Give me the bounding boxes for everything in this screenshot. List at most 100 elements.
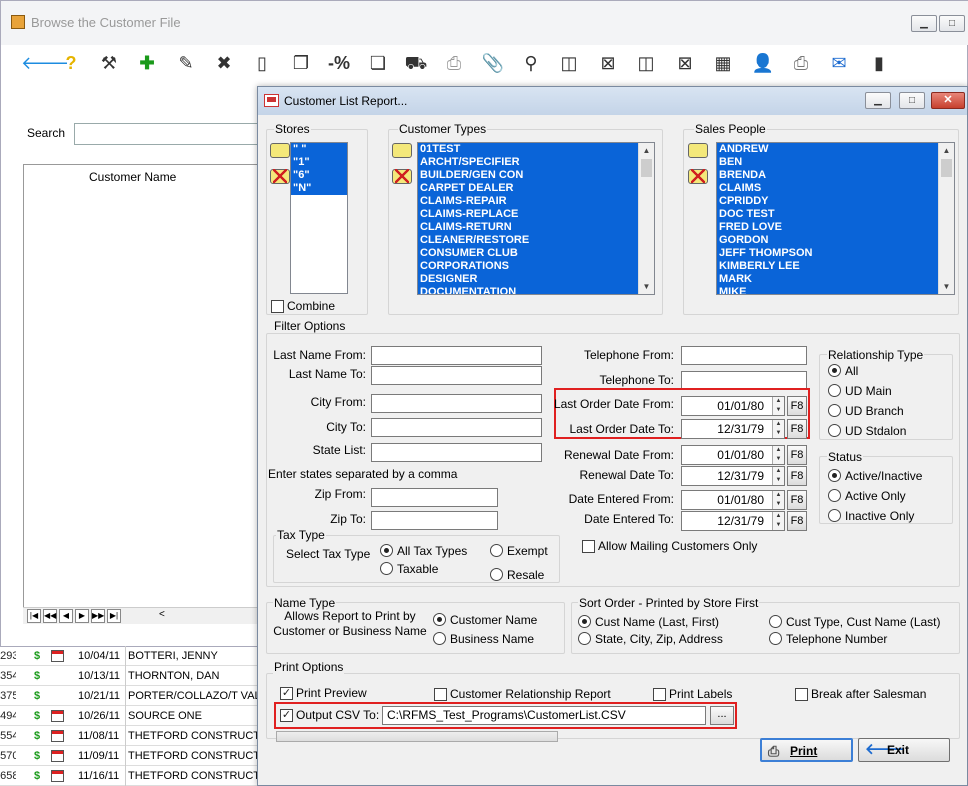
edit-record-icon[interactable]: ✎: [174, 51, 198, 75]
select-all-stores-icon[interactable]: [270, 143, 290, 158]
minimize-button[interactable]: ▁: [911, 15, 937, 32]
select-all-salespeople-icon[interactable]: [688, 143, 708, 158]
f8-button[interactable]: F8: [787, 511, 807, 531]
sort-cust-type-radio[interactable]: [769, 615, 782, 628]
last-name-to-input[interactable]: [371, 366, 542, 385]
table-row[interactable]: 4570 $11/09/11 THETFORD CONSTRUCTIO: [0, 746, 272, 766]
tools-icon[interactable]: ⚒: [97, 51, 121, 75]
clear-salespeople-icon[interactable]: [688, 169, 708, 184]
scroll-down-icon[interactable]: ▼: [939, 279, 954, 294]
stores-listbox[interactable]: " " "1" "6" "N": [290, 142, 348, 294]
list-item[interactable]: CLAIMS-REPAIR: [418, 195, 638, 208]
table-row[interactable]: 4354 $10/13/11 THORNTON, DAN: [0, 666, 260, 686]
grid-icon[interactable]: ▦: [711, 51, 735, 75]
print-preview-checkbox[interactable]: ✓: [280, 687, 293, 700]
document-icon[interactable]: ▯: [250, 51, 274, 75]
list-item[interactable]: CLAIMS: [717, 182, 938, 195]
email-icon[interactable]: ✉: [827, 51, 851, 75]
scroll-up-icon[interactable]: ▲: [939, 143, 954, 158]
windows-icon[interactable]: ❏: [366, 51, 390, 75]
renewal-from-input[interactable]: 01/01/80 ▲ ▼: [681, 445, 785, 465]
taxable-radio[interactable]: [380, 562, 393, 575]
list-item[interactable]: BEN: [717, 156, 938, 169]
sort-cust-name-radio[interactable]: [578, 615, 591, 628]
f8-button[interactable]: F8: [787, 490, 807, 510]
allow-mailing-checkbox[interactable]: [582, 540, 595, 553]
city-to-input[interactable]: [371, 418, 542, 437]
list-item[interactable]: BRENDA: [717, 169, 938, 182]
csv-path-input[interactable]: C:\RFMS_Test_Programs\CustomerList.CSV: [382, 706, 706, 725]
customer-name-header[interactable]: Customer Name: [89, 170, 176, 184]
dialog-close-button[interactable]: ✕: [931, 92, 965, 109]
business-name-radio[interactable]: [433, 632, 446, 645]
label-delete-icon[interactable]: ⊠: [673, 51, 697, 75]
customer-types-scrollbar[interactable]: ▲ ▼: [638, 143, 654, 294]
exit-button[interactable]: 🡐 Exit: [858, 738, 950, 762]
printer-icon[interactable]: ⎙: [789, 51, 813, 75]
customer-list[interactable]: Customer Name: [23, 164, 263, 624]
next-record-button[interactable]: ▶: [75, 609, 89, 623]
list-item[interactable]: ARCHT/SPECIFIER: [418, 156, 638, 169]
list-item[interactable]: JEFF THOMPSON: [717, 247, 938, 260]
date-spinner[interactable]: ▲ ▼: [772, 467, 784, 485]
list-item[interactable]: " ": [291, 143, 347, 156]
list-item[interactable]: MARK: [717, 273, 938, 286]
relationship-radio-3[interactable]: [828, 424, 841, 437]
label-icon[interactable]: ◫: [634, 51, 658, 75]
search-input[interactable]: [74, 123, 264, 145]
paperclip-icon[interactable]: 📎: [481, 51, 505, 75]
percent-icon[interactable]: -%: [327, 51, 351, 75]
list-item[interactable]: CLAIMS-RETURN: [418, 221, 638, 234]
output-csv-checkbox[interactable]: ✓: [280, 709, 293, 722]
entered-from-input[interactable]: 01/01/80 ▲ ▼: [681, 490, 785, 510]
printer-grey-icon[interactable]: ⎙: [442, 51, 466, 75]
scroll-left-icon[interactable]: <: [159, 609, 165, 620]
dialog-maximize-button[interactable]: □: [899, 92, 925, 109]
date-spinner[interactable]: ▲ ▼: [772, 491, 784, 509]
notebook-icon[interactable]: ▮: [867, 51, 891, 75]
list-item[interactable]: "1": [291, 156, 347, 169]
date-spinner[interactable]: ▲ ▼: [772, 446, 784, 464]
scroll-thumb[interactable]: [641, 159, 652, 177]
telephone-from-input[interactable]: [681, 346, 807, 365]
list-item[interactable]: ANDREW: [717, 143, 938, 156]
date-spinner[interactable]: ▲ ▼: [772, 512, 784, 530]
combine-checkbox[interactable]: [271, 300, 284, 313]
last-name-from-input[interactable]: [371, 346, 542, 365]
list-item[interactable]: "6": [291, 169, 347, 182]
prev-record-button[interactable]: ◀: [59, 609, 73, 623]
status-radio-2[interactable]: [828, 509, 841, 522]
relationship-report-checkbox[interactable]: [434, 688, 447, 701]
list-item[interactable]: BUILDER/GEN CON: [418, 169, 638, 182]
date-spinner[interactable]: ▲ ▼: [772, 397, 784, 415]
break-salesman-checkbox[interactable]: [795, 688, 808, 701]
renewal-to-input[interactable]: 12/31/79 ▲ ▼: [681, 466, 785, 486]
table-row[interactable]: 4494 $10/26/11 SOURCE ONE: [0, 706, 260, 726]
copy-icon[interactable]: ❐: [289, 51, 313, 75]
scroll-up-icon[interactable]: ▲: [639, 143, 654, 158]
scroll-thumb[interactable]: [941, 159, 952, 177]
f8-button[interactable]: F8: [787, 445, 807, 465]
list-item[interactable]: CONSUMER CLUB: [418, 247, 638, 260]
entered-to-input[interactable]: 12/31/79 ▲ ▼: [681, 511, 785, 531]
f8-button[interactable]: F8: [787, 396, 807, 416]
last-record-button[interactable]: ▶|: [107, 609, 121, 623]
list-item[interactable]: GORDON: [717, 234, 938, 247]
add-record-icon[interactable]: ✚: [135, 51, 159, 75]
relationship-radio-1[interactable]: [828, 384, 841, 397]
tag-delete-icon[interactable]: ⊠: [596, 51, 620, 75]
sort-state-radio[interactable]: [578, 632, 591, 645]
status-radio-1[interactable]: [828, 489, 841, 502]
list-item[interactable]: CORPORATIONS: [418, 260, 638, 273]
tag-icon[interactable]: ◫: [557, 51, 581, 75]
resale-radio[interactable]: [490, 568, 503, 581]
date-spinner[interactable]: ▲ ▼: [772, 420, 784, 438]
print-button[interactable]: ⎙ Print: [760, 738, 853, 762]
help-icon[interactable]: ?: [59, 51, 83, 75]
customer-name-radio[interactable]: [433, 613, 446, 626]
prev-page-button[interactable]: ◀◀: [43, 609, 57, 623]
scroll-down-icon[interactable]: ▼: [639, 279, 654, 294]
list-item[interactable]: "N": [291, 182, 347, 195]
relationship-radio-0[interactable]: [828, 364, 841, 377]
list-item[interactable]: CARPET DEALER: [418, 182, 638, 195]
